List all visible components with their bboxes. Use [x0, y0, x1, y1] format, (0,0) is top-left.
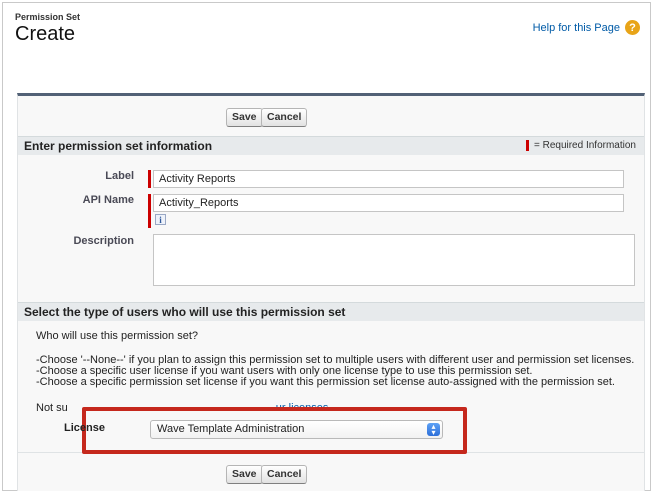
- required-marker: [525, 140, 529, 151]
- save-button-bottom[interactable]: Save: [226, 465, 263, 484]
- license-field-label: License: [64, 422, 105, 434]
- info-icon[interactable]: i: [155, 214, 166, 225]
- page-frame: Permission Set Create Help for this Page…: [2, 2, 651, 491]
- section-title-info: Enter permission set information: [24, 139, 213, 153]
- not-sure-prefix: Not su: [36, 402, 68, 414]
- required-marker-label: [148, 170, 151, 188]
- object-type-label: Permission Set: [15, 12, 81, 22]
- question-circle-icon[interactable]: ?: [625, 20, 640, 35]
- required-legend: = Required Information: [525, 140, 636, 151]
- users-instruction-3: -Choose a specific permission set licens…: [36, 376, 615, 388]
- page-header: Permission Set Create Help for this Page…: [3, 3, 650, 93]
- section-header-users: Select the type of users who will use th…: [18, 302, 644, 321]
- license-select[interactable]: Wave Template Administration ▴ ▾: [150, 420, 443, 439]
- label-field-label: Label: [105, 170, 134, 182]
- required-legend-text: = Required Information: [533, 140, 636, 151]
- save-button-top[interactable]: Save: [226, 108, 263, 127]
- cancel-button-bottom[interactable]: Cancel: [261, 465, 308, 484]
- api-name-field-label: API Name: [82, 194, 134, 206]
- label-input[interactable]: [153, 170, 624, 188]
- help-link[interactable]: Help for this Page: [533, 22, 620, 34]
- license-select-value: Wave Template Administration: [157, 423, 305, 435]
- section-title-users: Select the type of users who will use th…: [24, 305, 346, 319]
- cancel-button-top[interactable]: Cancel: [261, 108, 308, 127]
- help-section: Help for this Page ?: [533, 20, 640, 35]
- users-instruction-2: -Choose a specific user license if you w…: [36, 365, 533, 377]
- top-button-row: Save Cancel: [18, 96, 644, 136]
- users-instruction-1: -Choose '--None--' if you plan to assign…: [36, 354, 635, 366]
- select-arrows-icon: ▴ ▾: [427, 422, 440, 436]
- description-field-label: Description: [73, 235, 134, 247]
- required-marker-api-name: [148, 194, 151, 228]
- users-question: Who will use this permission set?: [36, 330, 199, 342]
- api-name-input[interactable]: [153, 194, 624, 212]
- description-textarea[interactable]: [153, 234, 635, 286]
- section-header-info: Enter permission set information = Requi…: [18, 136, 644, 155]
- page-title: Create: [15, 23, 76, 45]
